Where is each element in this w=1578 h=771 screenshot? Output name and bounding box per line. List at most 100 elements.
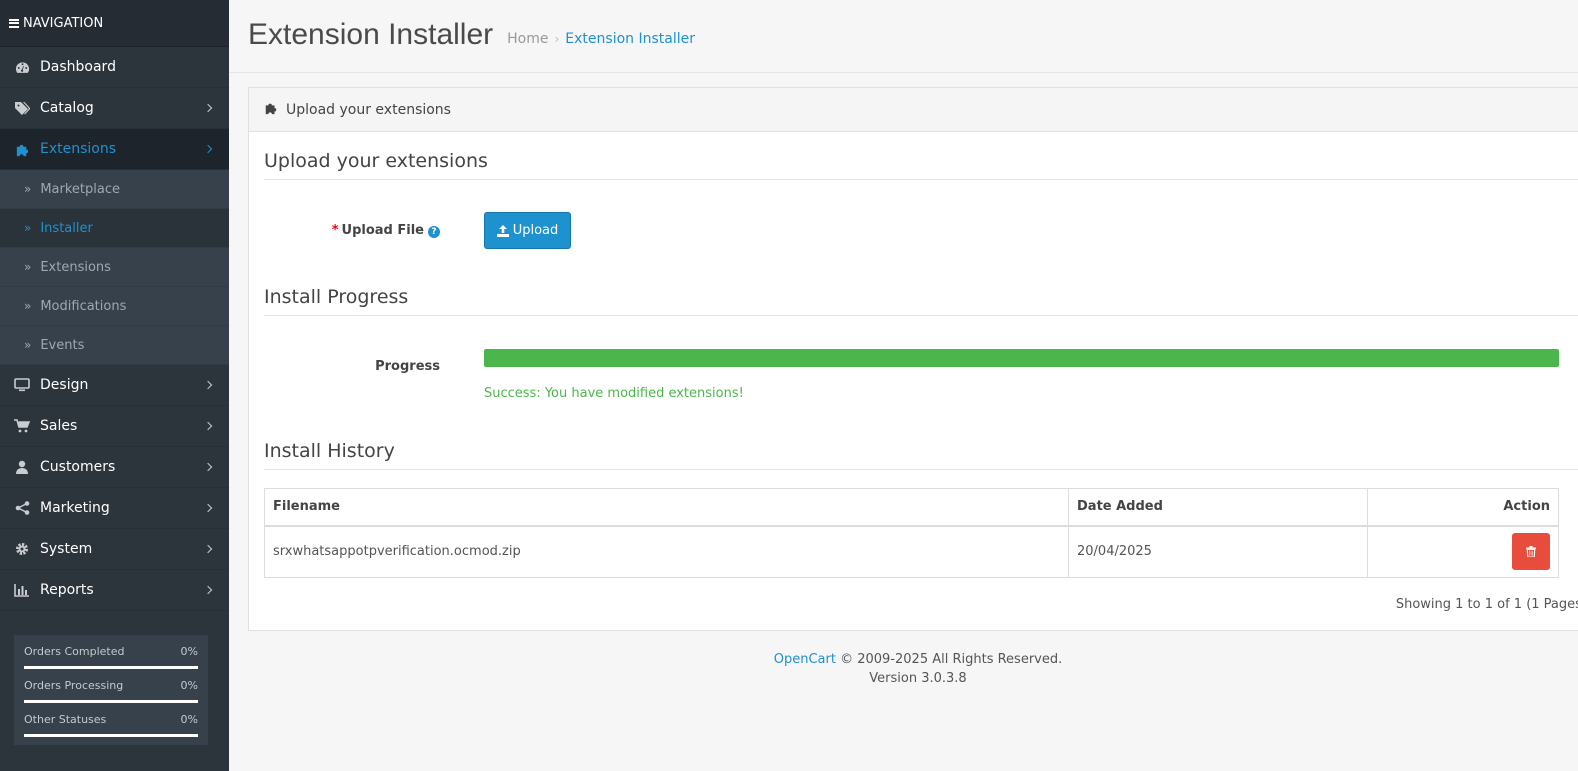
stat-value: 0% (180, 713, 198, 726)
column-header-action: Action (1367, 488, 1559, 527)
breadcrumb-current[interactable]: Extension Installer (565, 31, 695, 47)
submenu-item-modifications[interactable]: » Modifications (0, 287, 229, 326)
sidebar-item-label: System (40, 541, 93, 557)
order-stats-box: Orders Completed 0% Orders Processing 0%… (14, 635, 208, 745)
upload-file-label-text: Upload File (341, 223, 424, 238)
sidebar-item-label: Extensions (40, 141, 117, 157)
upload-panel: Upload your extensions Upload your exten… (248, 87, 1578, 631)
share-icon (14, 500, 30, 516)
submenu-item-label: Marketplace (40, 181, 121, 197)
cart-icon (14, 418, 30, 434)
stat-other-statuses: Other Statuses 0% (24, 713, 198, 747)
puzzle-icon (264, 101, 278, 119)
footer: OpenCart © 2009-2025 All Rights Reserved… (248, 650, 1578, 688)
pagination-info: Showing 1 to 1 of 1 (1 Pages) (1395, 597, 1578, 612)
stat-value: 0% (180, 679, 198, 692)
chevron-right-icon (203, 544, 213, 554)
monitor-icon (14, 377, 30, 393)
user-icon (14, 459, 30, 475)
chevron-right-icon (203, 585, 213, 595)
sidebar-item-customers[interactable]: Customers (0, 447, 229, 488)
extensions-submenu: » Marketplace » Installer » Extensions »… (0, 170, 229, 365)
upload-button[interactable]: Upload (484, 212, 571, 249)
sidebar-item-catalog[interactable]: Catalog (0, 88, 229, 129)
stat-value: 0% (180, 645, 198, 658)
delete-button[interactable] (1512, 533, 1550, 571)
table-row: srxwhatsappotpverification.ocmod.zip 20/… (264, 525, 1559, 578)
sidebar-item-label: Catalog (40, 100, 94, 116)
double-chevron-icon: » (24, 221, 32, 235)
submenu-item-label: Events (40, 337, 85, 353)
success-message: Success: You have modified extensions! (484, 386, 744, 401)
puzzle-icon (14, 141, 30, 157)
submenu-item-marketplace[interactable]: » Marketplace (0, 170, 229, 209)
cell-date-added: 20/04/2025 (1068, 525, 1368, 578)
column-header-filename[interactable]: Filename (264, 488, 1069, 527)
cell-action (1367, 525, 1559, 578)
stat-progress-bar (24, 700, 198, 703)
footer-copyright-line: OpenCart © 2009-2025 All Rights Reserved… (248, 650, 1578, 669)
install-progress-bar (484, 349, 1559, 367)
upload-file-label: * Upload File? (249, 223, 440, 238)
chevron-right-icon (203, 103, 213, 113)
stat-label: Other Statuses (24, 713, 107, 726)
sidebar-item-extensions[interactable]: Extensions (0, 129, 229, 170)
column-header-date-added[interactable]: Date Added (1068, 488, 1368, 527)
breadcrumb-home[interactable]: Home (507, 31, 548, 47)
cell-filename: srxwhatsappotpverification.ocmod.zip (264, 525, 1069, 578)
sidebar-item-marketing[interactable]: Marketing (0, 488, 229, 529)
chevron-right-icon (203, 144, 213, 154)
install-progress-fill (484, 349, 1559, 367)
submenu-item-label: Extensions (40, 259, 111, 275)
chevron-right-icon (203, 380, 213, 390)
main-content: Extension Installer Home › Extension Ins… (229, 0, 1578, 771)
sidebar-item-dashboard[interactable]: Dashboard (0, 47, 229, 88)
sidebar-item-label: Customers (40, 459, 116, 475)
stat-label: Orders Completed (24, 645, 125, 658)
submenu-item-extensions[interactable]: » Extensions (0, 248, 229, 287)
stat-progress-bar (24, 666, 198, 669)
section-title-history: Install History (264, 440, 1578, 470)
section-title-progress: Install Progress (264, 286, 1578, 316)
footer-brand-link[interactable]: OpenCart (774, 652, 836, 667)
table-header-row: Filename Date Added Action (264, 488, 1559, 527)
sidebar-item-label: Design (40, 377, 89, 393)
trash-icon (1526, 546, 1536, 558)
submenu-item-label: Modifications (40, 298, 127, 314)
gear-icon (14, 541, 30, 557)
double-chevron-icon: » (24, 338, 32, 352)
hamburger-icon (9, 18, 19, 28)
stat-label: Orders Processing (24, 679, 124, 692)
submenu-item-events[interactable]: » Events (0, 326, 229, 365)
sidebar-item-label: Reports (40, 582, 94, 598)
double-chevron-icon: » (24, 260, 32, 274)
sidebar-item-design[interactable]: Design (0, 365, 229, 406)
stat-orders-processing: Orders Processing 0% (24, 679, 198, 713)
sidebar: NAVIGATION Dashboard Catalog Extensions … (0, 0, 229, 771)
bar-chart-icon (14, 582, 30, 598)
sidebar-item-reports[interactable]: Reports (0, 570, 229, 611)
submenu-item-installer[interactable]: » Installer (0, 209, 229, 248)
footer-version: Version 3.0.3.8 (869, 671, 967, 686)
help-icon[interactable]: ? (428, 226, 440, 238)
nav-header[interactable]: NAVIGATION (0, 0, 229, 47)
panel-heading-label: Upload your extensions (286, 101, 451, 118)
page-header: Extension Installer Home › Extension Ins… (229, 0, 1578, 73)
sidebar-item-sales[interactable]: Sales (0, 406, 229, 447)
sidebar-item-label: Dashboard (40, 59, 116, 75)
upload-icon (496, 224, 509, 237)
tags-icon (14, 100, 30, 116)
footer-copyright: © 2009-2025 All Rights Reserved. (840, 652, 1063, 667)
page-title: Extension Installer (248, 18, 494, 51)
sidebar-item-label: Marketing (40, 500, 110, 516)
double-chevron-icon: » (24, 299, 32, 313)
progress-label: Progress (375, 359, 440, 374)
stat-orders-completed: Orders Completed 0% (24, 645, 198, 679)
sidebar-item-system[interactable]: System (0, 529, 229, 570)
stat-progress-bar (24, 734, 198, 737)
section-title-upload: Upload your extensions (264, 150, 1578, 180)
required-asterisk: * (331, 223, 339, 238)
chevron-right-icon (203, 421, 213, 431)
nav-header-label: NAVIGATION (23, 15, 104, 31)
chevron-right-icon (203, 462, 213, 472)
